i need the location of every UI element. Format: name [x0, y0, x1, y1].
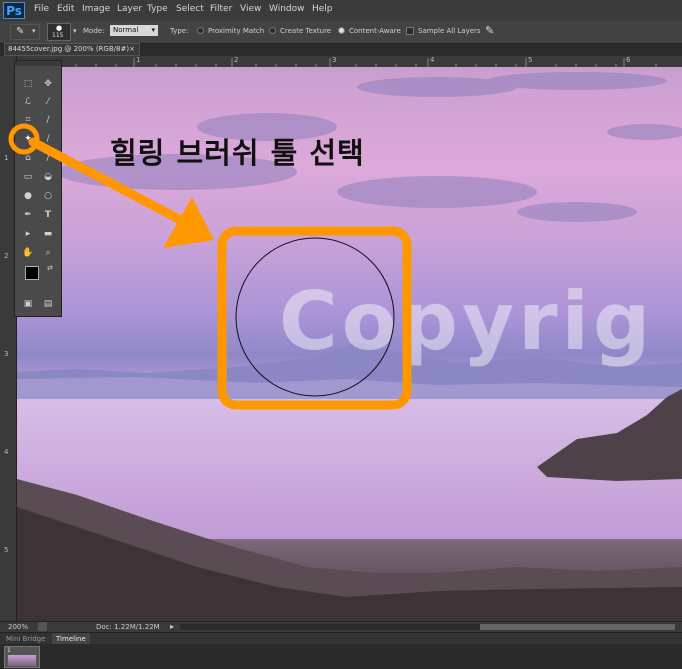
- toolbox-grip[interactable]: [15, 61, 61, 66]
- menu-type[interactable]: Type: [147, 4, 168, 14]
- zoom-level[interactable]: 200%: [8, 623, 28, 631]
- content-aware-radio[interactable]: [338, 27, 345, 34]
- eraser-icon[interactable]: ▭: [21, 170, 35, 184]
- chevron-down-icon: ▾: [151, 26, 155, 34]
- brush-dot-icon: ●: [56, 24, 63, 32]
- dodge-icon[interactable]: ○: [41, 189, 55, 203]
- ruler-top-label: 6: [626, 56, 631, 64]
- document-tab[interactable]: 84455cover.jpg @ 200% (RGB/8#) ×: [4, 43, 140, 56]
- ruler-left-label: 3: [4, 350, 9, 358]
- menu-help[interactable]: Help: [312, 4, 333, 14]
- chevron-down-icon[interactable]: ▾: [73, 27, 77, 35]
- marquee-icon[interactable]: ⬚: [21, 77, 35, 91]
- quick-select-icon[interactable]: ⁄: [41, 95, 55, 109]
- frame-thumbnail: [8, 655, 36, 666]
- menu-select[interactable]: Select: [176, 4, 204, 14]
- ruler-top-label: 1: [136, 56, 141, 64]
- options-bar: ✎ ▾ ● 115 ▾ Mode: Type: Proximity Match …: [0, 21, 682, 44]
- mode-select-value: Normal: [113, 26, 139, 34]
- chevron-down-icon: ▾: [32, 27, 36, 35]
- timeline-frame[interactable]: 1: [4, 646, 40, 668]
- mode-label: Mode:: [83, 27, 105, 35]
- menu-layer[interactable]: Layer: [117, 4, 142, 14]
- path-select-icon[interactable]: ▸: [21, 227, 35, 241]
- scrollbar-thumb[interactable]: [480, 624, 675, 630]
- foreground-color-swatch[interactable]: [25, 266, 39, 280]
- quick-mask-icon[interactable]: ▣: [21, 297, 35, 311]
- hand-icon[interactable]: ✋: [21, 246, 35, 260]
- shape-icon[interactable]: ▬: [41, 227, 55, 241]
- ruler-top-ticks: [35, 58, 657, 67]
- document-title: 84455cover.jpg @ 200% (RGB/8#): [8, 45, 130, 53]
- menu-image[interactable]: Image: [82, 4, 110, 14]
- menu-window[interactable]: Window: [269, 4, 305, 14]
- clone-stamp-icon[interactable]: ⌂: [21, 151, 35, 165]
- ruler-left-label: 1: [4, 154, 9, 162]
- sample-all-layers-checkbox[interactable]: [406, 27, 414, 35]
- brush-icon[interactable]: ∕: [41, 132, 55, 146]
- document-info: Doc: 1.22M/1.22M: [96, 623, 160, 631]
- create-texture-radio[interactable]: [269, 27, 276, 34]
- pen-icon[interactable]: ✒: [21, 208, 35, 222]
- ruler-top-label: 5: [528, 56, 533, 64]
- zoom-icon[interactable]: ⌕: [41, 246, 55, 260]
- history-brush-icon[interactable]: ∕: [41, 151, 55, 165]
- proximity-match-label: Proximity Match: [208, 27, 265, 35]
- status-icon[interactable]: [38, 622, 47, 631]
- menu-filter[interactable]: Filter: [210, 4, 232, 14]
- content-aware-label: Content-Aware: [349, 27, 401, 35]
- brush-size-value: 115: [52, 32, 64, 39]
- ruler-left-label: 5: [4, 546, 9, 554]
- blur-icon[interactable]: ●: [21, 189, 35, 203]
- paint-bucket-icon[interactable]: ◒: [41, 170, 55, 184]
- ruler-left-label: 2: [4, 252, 9, 260]
- sample-all-layers-label: Sample All Layers: [418, 27, 481, 35]
- ruler-top-label: 4: [430, 56, 435, 64]
- healing-brush-icon[interactable]: ✦: [21, 132, 35, 146]
- photoshop-logo[interactable]: Ps: [3, 2, 25, 19]
- frame-number: 1: [7, 647, 11, 654]
- status-menu-arrow-icon[interactable]: ▸: [170, 622, 174, 631]
- move-icon[interactable]: ✥: [41, 77, 55, 91]
- type-tool-icon[interactable]: T: [41, 208, 55, 222]
- timeline-panel: 1: [0, 644, 682, 669]
- swap-colors-icon[interactable]: ⇄: [47, 264, 53, 272]
- create-texture-label: Create Texture: [280, 27, 332, 35]
- lasso-icon[interactable]: ℒ: [21, 95, 35, 109]
- ruler-left-label: 4: [4, 448, 9, 456]
- pressure-brush-icon[interactable]: ✎: [485, 24, 494, 37]
- menu-bar: Ps File Edit Image Layer Type Select Fil…: [0, 0, 682, 22]
- tools-panel: ⬚ ✥ ℒ ⁄ ⌗ ∕ ✦ ∕ ⌂ ∕ ▭ ◒ ● ○ ✒ T ▸ ▬ ✋ ⌕ …: [14, 60, 62, 317]
- watermark-text: Copyrig: [279, 275, 654, 368]
- ruler-top-label: 2: [234, 56, 239, 64]
- tool-preset-picker[interactable]: ✎ ▾: [10, 24, 40, 40]
- horizontal-scrollbar[interactable]: [180, 624, 480, 630]
- crop-icon[interactable]: ⌗: [21, 113, 35, 127]
- healing-brush-icon: ✎: [16, 26, 25, 37]
- close-icon[interactable]: ×: [129, 44, 135, 55]
- menu-file[interactable]: File: [34, 4, 49, 14]
- ruler-top-label: 3: [332, 56, 337, 64]
- proximity-match-radio[interactable]: [197, 27, 204, 34]
- menu-edit[interactable]: Edit: [57, 4, 74, 14]
- screen-mode-icon[interactable]: ▤: [41, 297, 55, 311]
- tutorial-heading: 힐링 브러쉬 툴 선택: [110, 136, 365, 170]
- mode-select[interactable]: Normal ▾: [110, 25, 158, 36]
- type-label: Type:: [170, 27, 189, 35]
- tab-mini-bridge[interactable]: Mini Bridge: [6, 635, 45, 643]
- menu-view[interactable]: View: [240, 4, 261, 14]
- eyedropper-icon[interactable]: ∕: [41, 113, 55, 127]
- brush-picker[interactable]: ● 115: [47, 23, 71, 41]
